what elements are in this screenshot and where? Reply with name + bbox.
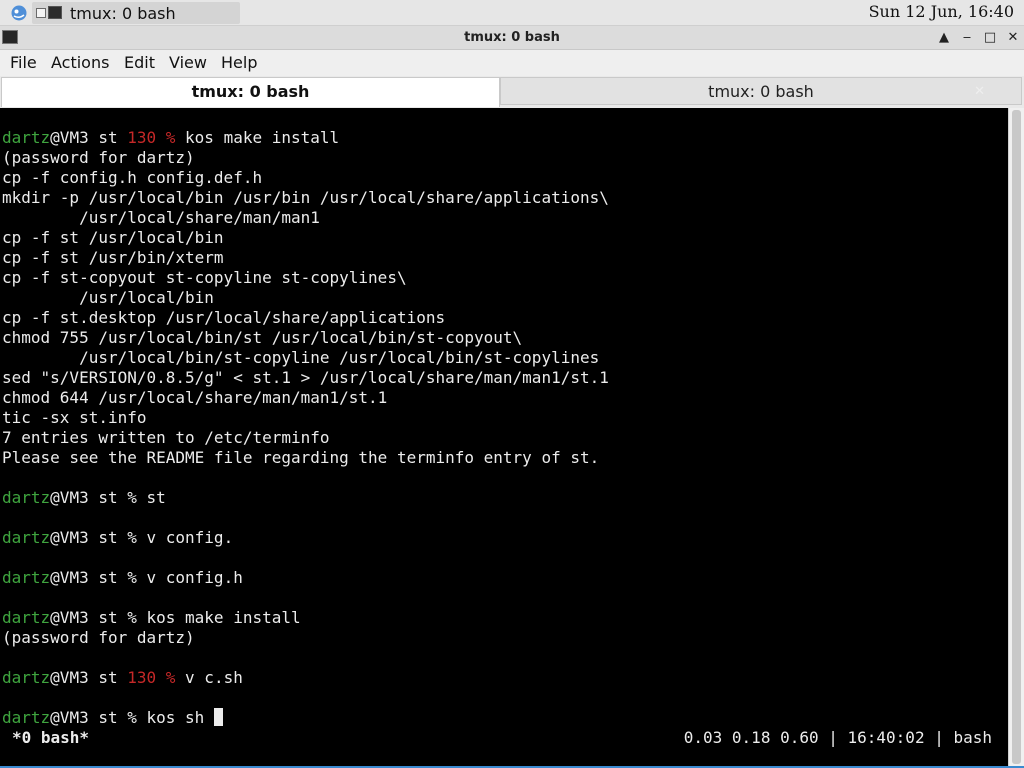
menu-help[interactable]: Help	[221, 53, 257, 72]
terminal-line: (password for dartz)	[2, 148, 609, 168]
menu-edit[interactable]: Edit	[124, 53, 155, 72]
terminal-text: /usr/local/share/man/man1	[2, 208, 320, 227]
scrollbar[interactable]	[1008, 108, 1024, 766]
terminal-text: @VM3 st	[50, 128, 128, 147]
terminal-line: chmod 644 /usr/local/share/man/man1/st.1	[2, 388, 609, 408]
terminal-line: sed "s/VERSION/0.8.5/g" < st.1 > /usr/lo…	[2, 368, 609, 388]
tab-tmux[interactable]: tmux: 0 bash ✕	[500, 77, 1022, 105]
window-titlebar[interactable]: tmux: 0 bash ▲ ‒ □ ✕	[0, 26, 1024, 50]
tmux-status-info: 0.03 0.18 0.60 | 16:40:02 | bash	[683, 728, 992, 747]
terminal-line: cp -f st /usr/local/bin	[2, 228, 609, 248]
terminal-line: /usr/local/bin/st-copyline /usr/local/bi…	[2, 348, 609, 368]
terminal-icon	[48, 6, 62, 19]
terminal-text: v c.sh	[175, 668, 243, 687]
terminal-text: chmod 755 /usr/local/bin/st /usr/local/b…	[2, 328, 523, 347]
terminal-line: cp -f st /usr/bin/xterm	[2, 248, 609, 268]
taskbar-item-label: tmux: 0 bash	[70, 4, 176, 23]
terminal-cursor	[213, 708, 223, 726]
terminal-output[interactable]: dartz@VM3 st 130 % kos make install (pass…	[0, 108, 1008, 766]
maximize-button[interactable]: □	[981, 29, 999, 47]
menu-actions[interactable]: Actions	[51, 53, 109, 72]
terminal-line: dartz@VM3 st % v config.h	[2, 568, 609, 588]
menu-view[interactable]: View	[169, 53, 207, 72]
prompt-user: dartz	[2, 608, 51, 627]
terminal-text: kos make install	[175, 128, 340, 147]
taskbar-item-tmux[interactable]: tmux: 0 bash	[32, 2, 240, 24]
terminal-line: Please see the README file regarding the…	[2, 448, 609, 468]
terminal-line: cp -f config.h config.def.h	[2, 168, 609, 188]
terminal-text: Please see the README file regarding the…	[2, 448, 600, 467]
terminal-text: @VM3 st % st	[50, 488, 166, 507]
menu-file[interactable]: File	[10, 53, 37, 72]
tab-tmux-active[interactable]: tmux: 0 bash	[1, 77, 500, 107]
terminal-line: (password for dartz)	[2, 628, 609, 648]
tab-label: tmux: 0 bash	[191, 82, 310, 101]
prompt-user: dartz	[2, 528, 51, 547]
prompt-user: dartz	[2, 668, 51, 687]
checkbox-icon	[36, 8, 46, 18]
terminal-line: dartz@VM3 st % kos sh	[2, 708, 609, 728]
terminal-text: chmod 644 /usr/local/share/man/man1/st.1	[2, 388, 388, 407]
prompt-user: dartz	[2, 488, 51, 507]
terminal-lines: dartz@VM3 st 130 % kos make install (pass…	[2, 128, 609, 728]
terminal-text: (password for dartz)	[2, 148, 195, 167]
terminal-text: @VM3 st % kos sh	[50, 708, 214, 727]
terminal-line: dartz@VM3 st 130 % v c.sh	[2, 668, 609, 688]
terminal-text: mkdir -p /usr/local/bin /usr/bin /usr/lo…	[2, 188, 609, 207]
terminal-line: /usr/local/bin	[2, 288, 609, 308]
menu-bar: File Actions Edit View Help	[0, 50, 1024, 76]
window-title: tmux: 0 bash	[464, 30, 560, 45]
prompt-exit-code: 130 %	[127, 668, 176, 687]
terminal-text: tic -sx st.info	[2, 408, 147, 427]
terminal-line: dartz@VM3 st 130 % kos make install	[2, 128, 609, 148]
terminal-text: cp -f st /usr/bin/xterm	[2, 248, 224, 267]
keep-above-button[interactable]: ▲	[935, 29, 953, 47]
terminal-line: cp -f st-copyout st-copyline st-copyline…	[2, 268, 609, 288]
terminal-line: 7 entries written to /etc/terminfo	[2, 428, 609, 448]
terminal-text: cp -f config.h config.def.h	[2, 168, 263, 187]
tab-label: tmux: 0 bash	[708, 82, 814, 101]
terminal-text: @VM3 st % v config.	[50, 528, 234, 547]
minimize-button[interactable]: ‒	[958, 29, 976, 47]
prompt-user: dartz	[2, 128, 51, 147]
tab-bar: tmux: 0 bash tmux: 0 bash ✕	[0, 76, 1024, 108]
terminal-text: @VM3 st % v config.h	[50, 568, 243, 587]
terminal-text: @VM3 st	[50, 668, 128, 687]
taskbar: tmux: 0 bash Sun 12 Jun, 16:40	[0, 0, 1024, 26]
terminal-text: @VM3 st % kos make install	[50, 608, 301, 627]
prompt-exit-code: 130 %	[127, 128, 176, 147]
close-button[interactable]: ✕	[1004, 29, 1022, 47]
terminal-line: dartz@VM3 st % v config.	[2, 528, 609, 548]
prompt-user: dartz	[2, 708, 51, 727]
terminal-text: cp -f st-copyout st-copyline st-copyline…	[2, 268, 407, 287]
tmux-window-list[interactable]: *0 bash*	[12, 728, 89, 748]
close-icon[interactable]: ✕	[974, 78, 985, 106]
terminal-text: /usr/local/bin	[2, 288, 214, 307]
terminal-text: /usr/local/bin/st-copyline /usr/local/bi…	[2, 348, 600, 367]
terminal-line: mkdir -p /usr/local/bin /usr/bin /usr/lo…	[2, 188, 609, 208]
prompt-user: dartz	[2, 568, 51, 587]
terminal-line: dartz@VM3 st % kos make install	[2, 608, 609, 628]
terminal-text: cp -f st.desktop /usr/local/share/applic…	[2, 308, 446, 327]
terminal-line: tic -sx st.info	[2, 408, 609, 428]
terminal-text: 7 entries written to /etc/terminfo	[2, 428, 330, 447]
app-launcher-icon[interactable]	[10, 5, 28, 21]
terminal-text: sed "s/VERSION/0.8.5/g" < st.1 > /usr/lo…	[2, 368, 609, 387]
scrollbar-thumb[interactable]	[1012, 110, 1021, 764]
terminal-line: chmod 755 /usr/local/bin/st /usr/local/b…	[2, 328, 609, 348]
clock[interactable]: Sun 12 Jun, 16:40	[869, 2, 1014, 21]
terminal-line: cp -f st.desktop /usr/local/share/applic…	[2, 308, 609, 328]
terminal-line: /usr/local/share/man/man1	[2, 208, 609, 228]
terminal-text: (password for dartz)	[2, 628, 195, 647]
terminal-text: cp -f st /usr/local/bin	[2, 228, 224, 247]
terminal-line: dartz@VM3 st % st	[2, 488, 609, 508]
